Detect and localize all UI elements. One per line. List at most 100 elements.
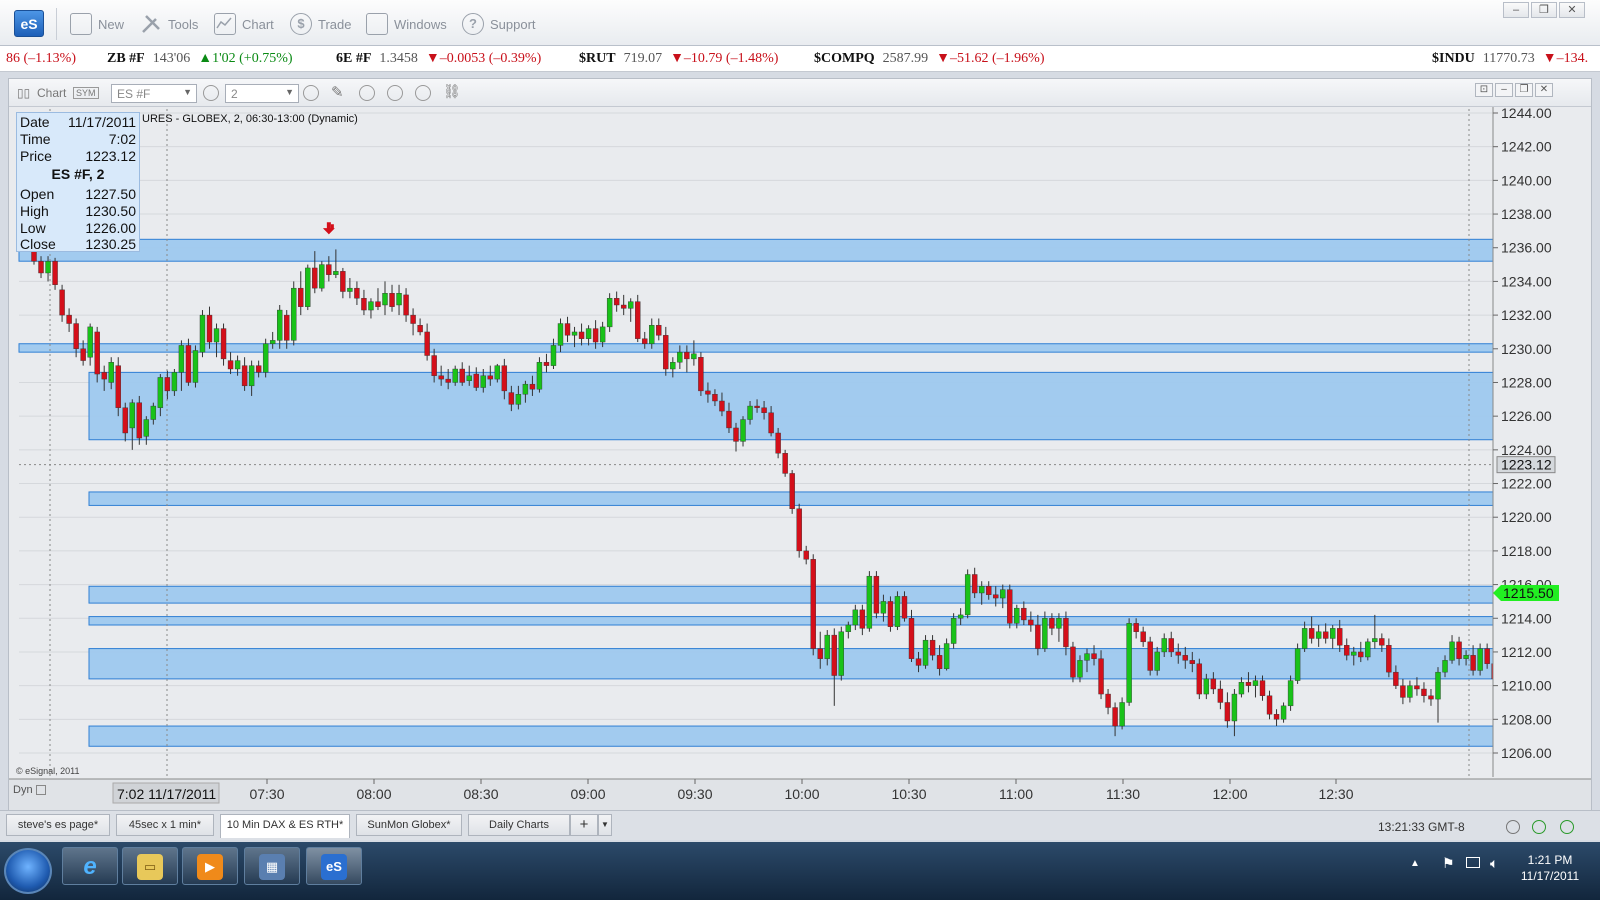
symbol-link-badge[interactable]: SYM [73, 87, 99, 99]
candle-body[interactable] [1308, 628, 1315, 639]
candle-body[interactable] [1035, 624, 1041, 649]
candle-body[interactable] [515, 394, 522, 405]
candle-body[interactable] [284, 314, 290, 341]
candle-body[interactable] [1175, 651, 1181, 656]
candle-body[interactable] [838, 631, 844, 676]
candle-body[interactable] [620, 304, 627, 309]
candle-body[interactable] [1161, 638, 1167, 653]
candle-body[interactable] [1119, 702, 1125, 727]
candle-body[interactable] [1147, 641, 1153, 671]
candle-body[interactable] [431, 355, 437, 376]
ticker-item[interactable]: $COMPQ 2587.99 ▼–51.62 (–1.96%) [814, 51, 1045, 67]
dynamic-toggle[interactable]: Dyn [13, 784, 46, 796]
candle-body[interactable] [761, 407, 767, 413]
candle-body[interactable] [1014, 607, 1020, 624]
chevron-down-icon[interactable]: ▼ [285, 87, 294, 97]
candle-body[interactable] [1189, 660, 1196, 664]
candle-body[interactable] [684, 351, 690, 360]
candle-body[interactable] [396, 293, 402, 306]
add-tab-button[interactable]: + [570, 814, 598, 836]
candle-body[interactable] [185, 345, 192, 383]
ticker-item[interactable]: ZB #F 143'06 ▲1'02 (+0.75%) [107, 51, 293, 67]
link-icon[interactable]: ⛓ [443, 83, 461, 100]
candle-body[interactable] [234, 360, 241, 370]
taskbar-clock[interactable]: 1:21 PM 11/17/2011 [1510, 852, 1590, 884]
candle-body[interactable] [1393, 671, 1399, 686]
candle-body[interactable] [543, 362, 550, 366]
candle-body[interactable] [333, 271, 339, 275]
candle-body[interactable] [347, 287, 353, 292]
candle-body[interactable] [473, 373, 479, 388]
candle-body[interactable] [1252, 680, 1259, 686]
candle-body[interactable] [642, 338, 648, 344]
candle-body[interactable] [417, 325, 423, 333]
candle-body[interactable] [298, 287, 304, 307]
candle-body[interactable] [606, 298, 613, 328]
candle-body[interactable] [1372, 638, 1378, 643]
candle-body[interactable] [1070, 646, 1076, 678]
candle-body[interactable] [1428, 695, 1434, 700]
candle-body[interactable] [368, 301, 374, 311]
chart-maximize-button[interactable]: ❐ [1515, 83, 1533, 97]
candle-body[interactable] [747, 405, 753, 420]
candle-body[interactable] [663, 335, 669, 370]
candle-body[interactable] [1098, 658, 1104, 695]
candle-body[interactable] [206, 314, 213, 343]
candle-body[interactable] [410, 314, 416, 324]
chart-minimize-button[interactable]: – [1495, 83, 1513, 97]
candle-body[interactable] [971, 574, 978, 594]
start-button-icon[interactable] [4, 848, 52, 894]
candle-body[interactable] [38, 261, 44, 274]
tab-sunmon-globex[interactable]: SunMon Globex* [356, 814, 462, 836]
candle-body[interactable] [487, 375, 493, 380]
chevron-down-icon[interactable]: ▼ [183, 87, 192, 97]
menu-windows-button[interactable]: Windows [366, 12, 447, 36]
candle-body[interactable] [1042, 618, 1048, 649]
candle-body[interactable] [220, 328, 227, 360]
support-resistance-zone[interactable] [18, 343, 1494, 353]
candle-body[interactable] [199, 314, 206, 353]
candle-body[interactable] [1287, 680, 1294, 707]
candle-body[interactable] [564, 323, 571, 336]
candle-body[interactable] [508, 392, 515, 405]
menu-new-button[interactable]: New [70, 12, 124, 36]
tab-45sec-1min[interactable]: 45sec x 1 min* [116, 814, 214, 836]
candle-body[interactable] [213, 328, 220, 343]
candle-body[interactable] [326, 264, 332, 275]
candle-body[interactable] [459, 368, 465, 383]
candle-body[interactable] [1049, 618, 1055, 629]
action-center-flag-icon[interactable]: ⚑ [1442, 855, 1455, 872]
tab-daily-charts[interactable]: Daily Charts [468, 814, 570, 836]
close-button[interactable]: ✕ [1559, 2, 1585, 18]
candle-body[interactable] [269, 340, 276, 344]
candle-body[interactable] [94, 331, 100, 375]
candle-body[interactable] [986, 586, 992, 595]
candle-body[interactable] [957, 614, 964, 619]
candle-body[interactable] [1112, 707, 1118, 727]
candle-body[interactable] [1407, 685, 1413, 698]
candle-body[interactable] [656, 325, 662, 336]
candle-body[interactable] [1224, 702, 1231, 722]
candle-body[interactable] [964, 574, 971, 616]
candle-body[interactable] [796, 508, 802, 552]
candle-body[interactable] [389, 293, 395, 307]
candle-body[interactable] [670, 362, 676, 370]
candle-body[interactable] [1386, 645, 1392, 673]
candle-body[interactable] [178, 345, 185, 373]
study-icon[interactable] [359, 85, 375, 101]
power-icon[interactable] [1506, 820, 1520, 834]
candle-body[interactable] [1028, 619, 1034, 626]
candle-body[interactable] [719, 400, 725, 412]
candle-body[interactable] [1084, 653, 1090, 661]
candle-body[interactable] [171, 372, 178, 392]
candle-body[interactable] [768, 412, 774, 434]
candle-body[interactable] [599, 326, 606, 343]
candle-body[interactable] [1358, 651, 1364, 658]
tab-10min-dax-es-rth[interactable]: 10 Min DAX & ES RTH* [220, 814, 350, 838]
candle-body[interactable] [1021, 607, 1027, 621]
candle-body[interactable] [157, 377, 164, 408]
candle-body[interactable] [817, 648, 823, 659]
candle-body[interactable] [452, 368, 458, 383]
candle-body[interactable] [859, 609, 866, 629]
candle-body[interactable] [1477, 648, 1483, 671]
